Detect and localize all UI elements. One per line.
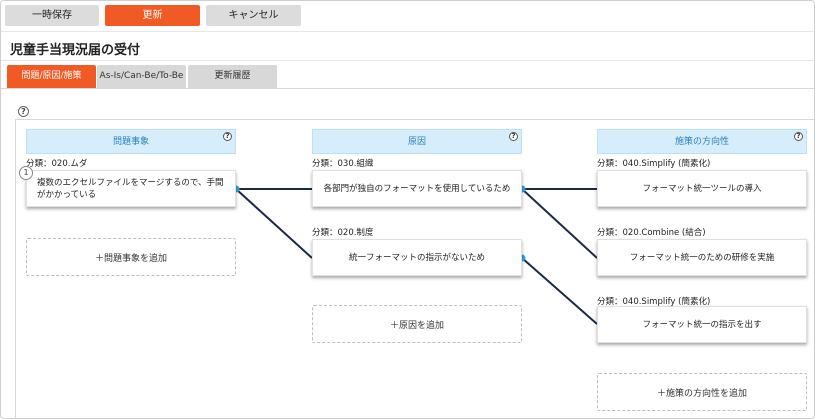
add-measure-button[interactable]: ＋施策の方向性を追加 [597, 373, 807, 411]
cause-text: 各部門が独自のフォーマットを使用しているため [323, 183, 511, 194]
column-title-problem: 問題事象 [112, 137, 149, 147]
app-frame: 一時保存 更新 キャンセル 児童手当現況届の受付 問題/原因/施策 As-Is/… [0, 0, 815, 419]
temp-save-button[interactable]: 一時保存 [5, 5, 99, 26]
cause-category: 分類：020.制度 [312, 228, 374, 238]
column-header-cause: 原因 [312, 129, 522, 154]
cause-category: 分類：030.組織 [312, 159, 374, 169]
add-problem-button[interactable]: ＋問題事象を追加 [26, 238, 236, 276]
tab-bar: 問題/原因/施策 As-Is/Can-Be/To-Be 更新履歴 [1, 65, 814, 89]
problem-card[interactable]: 複数のエクセルファイルをマージするので、手間がかかっている [26, 170, 236, 207]
column-title-measure: 施策の方向性 [674, 137, 729, 147]
tab-asis-canbe-tobe[interactable]: As-Is/Can-Be/To-Be [97, 65, 186, 88]
add-cause-button[interactable]: ＋原因を追加 [312, 305, 522, 343]
measure-text: フォーマット統一ツールの導入 [642, 183, 762, 194]
measure-category: 分類：040.Simplify (簡素化) [597, 159, 711, 169]
measure-text: フォーマット統一のための研修を実施 [629, 252, 775, 263]
tab-problem-cause-measure[interactable]: 問題/原因/施策 [7, 65, 96, 88]
measure-card[interactable]: フォーマット統一ツールの導入 [597, 170, 807, 207]
column-header-measure: 施策の方向性 [597, 129, 807, 154]
measure-category: 分類：020.Combine (結合) [597, 228, 706, 238]
help-icon[interactable]: ? [509, 132, 518, 141]
cause-card[interactable]: 統一フォーマットの指示がないため [312, 239, 522, 276]
measure-card[interactable]: フォーマット統一のための研修を実施 [597, 239, 807, 276]
tab-update-history[interactable]: 更新履歴 [188, 65, 277, 88]
problem-category: 分類：020.ムダ [26, 159, 88, 169]
measure-text: フォーマット統一の指示を出す [642, 319, 762, 330]
page-title: 児童手当現況届の受付 [10, 43, 141, 58]
column-title-cause: 原因 [407, 137, 426, 147]
title-bar: 児童手当現況届の受付 [1, 31, 814, 61]
column-header-problem: 問題事象 [26, 129, 236, 154]
help-icon[interactable]: ? [794, 132, 803, 141]
help-icon[interactable]: ? [18, 106, 29, 117]
update-button[interactable]: 更新 [105, 5, 200, 26]
cause-text: 統一フォーマットの指示がないため [348, 252, 485, 263]
help-icon[interactable]: ? [223, 132, 232, 141]
cancel-button[interactable]: キャンセル [206, 5, 301, 26]
measure-card[interactable]: フォーマット統一の指示を出す [597, 306, 807, 343]
cause-card[interactable]: 各部門が独自のフォーマットを使用しているため [312, 170, 522, 207]
toolbar: 一時保存 更新 キャンセル [1, 1, 814, 31]
problem-text: 複数のエクセルファイルをマージするので、手間がかかっている [37, 177, 224, 200]
item-number-badge: 1 [19, 166, 33, 180]
